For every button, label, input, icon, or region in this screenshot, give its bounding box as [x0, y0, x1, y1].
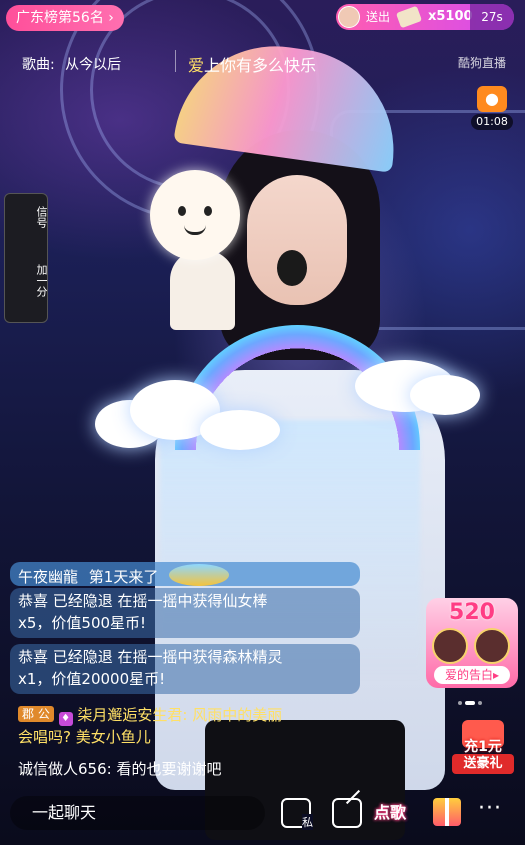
- chat-user: 柒月邂逅安生君: [77, 706, 183, 724]
- light-effect: [160, 420, 420, 680]
- penguin-icon: ●: [477, 86, 507, 112]
- avatar: [432, 628, 468, 664]
- carousel-dots: [458, 690, 488, 705]
- private-message-icon[interactable]: 私: [281, 798, 313, 830]
- ranking-badge[interactable]: 广东榜第56名 ›: [6, 5, 124, 31]
- timer-value: 01:08: [471, 114, 513, 130]
- ranking-label: 广东榜第56名: [16, 10, 104, 26]
- lyric-rest: 上你有多么快乐: [204, 56, 317, 75]
- side-label-2: 加一分: [35, 264, 48, 297]
- chat-text: x1，价值20000星币!: [18, 670, 166, 688]
- chat-message[interactable]: 午夜幽龍 第1天来了: [10, 562, 360, 586]
- side-signal-button[interactable]: 信号 加一分: [4, 193, 48, 323]
- teru-doll-effect: [150, 170, 240, 260]
- side-label-1: 信号: [35, 206, 48, 228]
- microphone: [277, 250, 307, 286]
- watermark: 酷狗直播: [458, 56, 507, 70]
- chat-message[interactable]: 郡 公 ♦ 柒月邂逅安生君: 风雨中的美丽 会唱吗? 美女小鱼儿: [10, 702, 360, 750]
- event-timer[interactable]: ● 01:08: [471, 86, 513, 130]
- cloud-effect: [410, 375, 480, 415]
- chat-input-button[interactable]: 一起聊天: [10, 796, 265, 830]
- ufo-icon: [169, 564, 230, 586]
- vip-icon: ♦: [58, 712, 73, 726]
- chat-text: x5，价值500星币!: [18, 614, 147, 632]
- ticket-icon: [395, 5, 423, 29]
- gift-countdown: 27s: [470, 4, 514, 30]
- gift-banner[interactable]: 送出 x5100 27s: [336, 4, 514, 30]
- lyric-line: 爱上你有多么快乐: [188, 52, 316, 76]
- promo-520-banner[interactable]: 520 爱的告白▸: [426, 598, 518, 688]
- song-title: 从今以后: [65, 57, 122, 73]
- share-icon[interactable]: [332, 789, 362, 828]
- promo-label: 爱的告白▸: [434, 666, 510, 684]
- recharge-bottom-text: 送豪礼: [452, 754, 514, 774]
- private-label: 私: [302, 814, 313, 830]
- avatar: [338, 6, 360, 28]
- gift-count: x5100: [428, 9, 473, 24]
- lyric-highlight: 爱: [188, 56, 205, 75]
- chat-message[interactable]: 恭喜 已经隐退 在摇一摇中获得仙女棒 x5，价值500星币!: [10, 588, 360, 638]
- recharge-promo[interactable]: 充1元 送豪礼: [452, 720, 514, 778]
- chat-text: 恭喜 已经隐退 在摇一摇中获得森林精灵: [18, 648, 283, 666]
- chat-text: 第1天来了: [88, 568, 159, 586]
- avatar: [474, 628, 510, 664]
- more-icon[interactable]: ···: [478, 798, 508, 828]
- chat-message[interactable]: 诚信做人656: 看的也要谢谢吧: [10, 756, 360, 780]
- chat-text: : 看的也要谢谢吧: [106, 760, 222, 778]
- chat-user: 诚信做人656: [18, 760, 107, 778]
- chevron-right-icon: ›: [108, 10, 114, 26]
- chat-text: 会唱吗? 美女小鱼儿: [18, 728, 151, 746]
- chat-text: 恭喜 已经隐退 在摇一摇中获得仙女棒: [18, 592, 268, 610]
- gift-icon[interactable]: [433, 798, 461, 826]
- chat-user: 午夜幽龍: [18, 568, 79, 586]
- teru-doll-body: [170, 250, 235, 330]
- divider: [175, 50, 176, 72]
- bottom-toolbar: 一起聊天 私 点歌 ···: [0, 789, 525, 845]
- promo-number: 520: [449, 600, 495, 625]
- cloud-effect: [200, 410, 280, 450]
- chat-message[interactable]: 恭喜 已经隐退 在摇一摇中获得森林精灵 x1，价值20000星币!: [10, 644, 360, 694]
- song-request-button[interactable]: 点歌: [374, 798, 414, 828]
- rank-badge: 郡 公: [18, 706, 54, 722]
- song-info: 歌曲: 从今以后: [22, 54, 121, 74]
- chat-text: : 风雨中的美丽: [182, 706, 283, 724]
- song-label: 歌曲:: [22, 57, 55, 73]
- gift-sent-label: 送出: [366, 10, 391, 24]
- recharge-top-text: 充1元: [464, 739, 502, 755]
